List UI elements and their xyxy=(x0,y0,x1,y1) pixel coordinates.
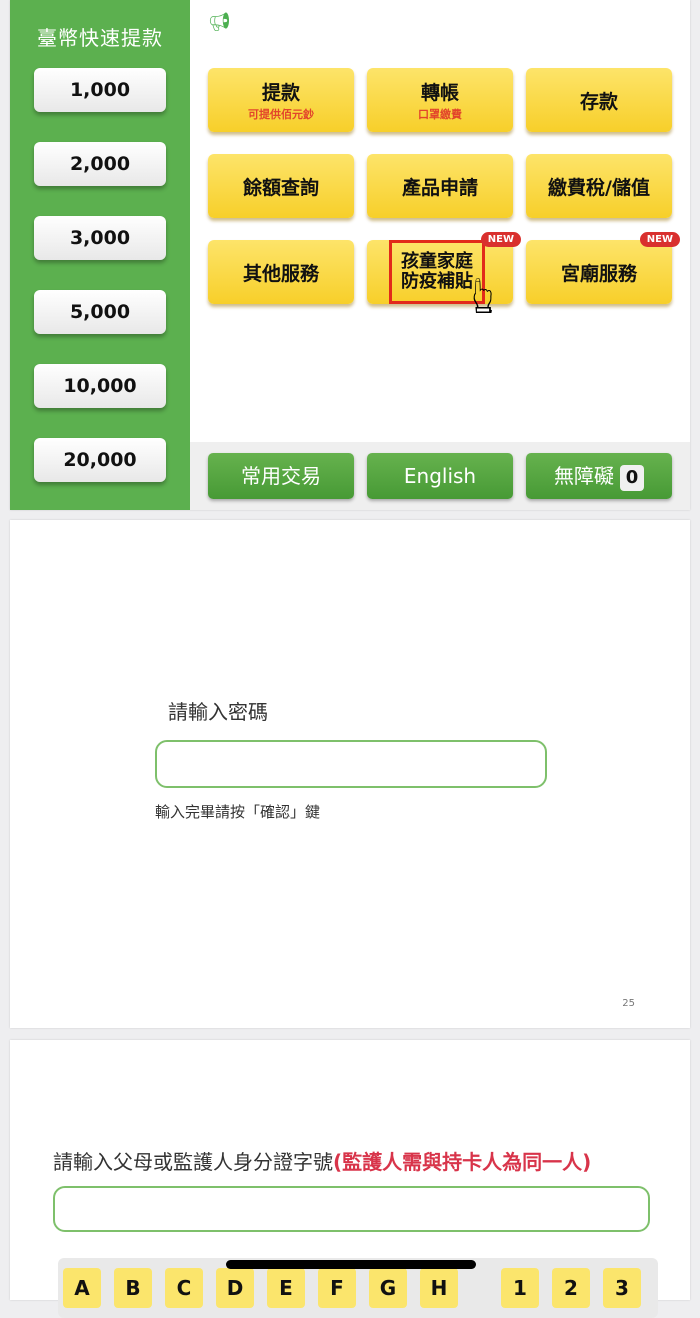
key-badge: 0 xyxy=(620,464,644,491)
amount-button[interactable]: 10,000 xyxy=(34,364,166,408)
balance-inquiry-button[interactable]: 餘額查詢 xyxy=(208,154,354,218)
page-number: 25 xyxy=(622,998,635,1009)
button-label: 無障礙 xyxy=(554,464,614,488)
id-label: 請輸入父母或監護人身分證字號(監護人需與持卡人為同一人) xyxy=(53,1146,591,1175)
home-indicator[interactable] xyxy=(226,1260,476,1269)
button-label-line1: 孩童家庭 xyxy=(401,251,473,272)
key-h[interactable]: H xyxy=(420,1268,458,1308)
key-d[interactable]: D xyxy=(216,1268,254,1308)
amount-button[interactable]: 20,000 xyxy=(34,438,166,482)
amount-button[interactable]: 3,000 xyxy=(34,216,166,260)
deposit-button[interactable]: 存款 xyxy=(526,68,672,132)
amount-button[interactable]: 2,000 xyxy=(34,142,166,186)
common-transactions-button[interactable]: 常用交易 xyxy=(208,453,354,499)
id-label-text: 請輸入父母或監護人身分證字號 xyxy=(53,1150,333,1174)
button-label: 轉帳 xyxy=(420,82,459,104)
atm-main-menu: 臺幣快速提款 1,000 2,000 3,000 5,000 10,000 20… xyxy=(10,0,690,510)
button-sublabel: 可提供佰元鈔 xyxy=(248,108,314,121)
product-apply-button[interactable]: 產品申請 xyxy=(367,154,513,218)
button-sublabel: 口罩繳費 xyxy=(418,108,462,121)
english-button[interactable]: English xyxy=(367,453,513,499)
id-input[interactable] xyxy=(53,1186,650,1232)
key-2[interactable]: 2 xyxy=(552,1268,590,1308)
pin-entry-screen: 請輸入密碼 輸入完畢請按「確認」鍵 25 xyxy=(10,520,690,1028)
new-badge: NEW xyxy=(480,232,521,247)
button-label-line2: 防疫補貼 xyxy=(401,271,473,292)
key-c[interactable]: C xyxy=(165,1268,203,1308)
pay-tax-topup-button[interactable]: 繳費稅/儲值 xyxy=(526,154,672,218)
button-label: 提款 xyxy=(261,82,300,104)
new-badge: NEW xyxy=(639,232,680,247)
pin-hint: 輸入完畢請按「確認」鍵 xyxy=(155,803,321,821)
pin-label: 請輸入密碼 xyxy=(168,700,268,724)
key-1[interactable]: 1 xyxy=(501,1268,539,1308)
accessibility-button[interactable]: 無障礙 0 xyxy=(526,453,672,499)
guardian-warning: (監護人需與持卡人為同一人) xyxy=(333,1150,592,1174)
key-a[interactable]: A xyxy=(63,1268,101,1308)
button-label: 宮廟服務 xyxy=(560,262,637,285)
transfer-button[interactable]: 轉帳 口罩繳費 xyxy=(367,68,513,132)
quick-withdraw-sidebar: 臺幣快速提款 1,000 2,000 3,000 5,000 10,000 20… xyxy=(10,0,190,510)
key-e[interactable]: E xyxy=(267,1268,305,1308)
megaphone-icon[interactable]: 📢︎ xyxy=(208,12,231,33)
withdraw-button[interactable]: 提款 可提供佰元鈔 xyxy=(208,68,354,132)
sidebar-title: 臺幣快速提款 xyxy=(37,26,163,50)
key-g[interactable]: G xyxy=(369,1268,407,1308)
pin-input[interactable] xyxy=(155,740,547,788)
temple-services-button[interactable]: 宮廟服務 NEW xyxy=(526,232,680,304)
pointing-hand-icon: 👆︎ xyxy=(472,266,495,326)
key-b[interactable]: B xyxy=(114,1268,152,1308)
amount-button[interactable]: 1,000 xyxy=(34,68,166,112)
key-f[interactable]: F xyxy=(318,1268,356,1308)
other-services-button[interactable]: 其他服務 xyxy=(208,240,354,304)
key-3[interactable]: 3 xyxy=(603,1268,641,1308)
highlight-box: 孩童家庭 防疫補貼 xyxy=(389,240,485,304)
amount-button[interactable]: 5,000 xyxy=(34,290,166,334)
